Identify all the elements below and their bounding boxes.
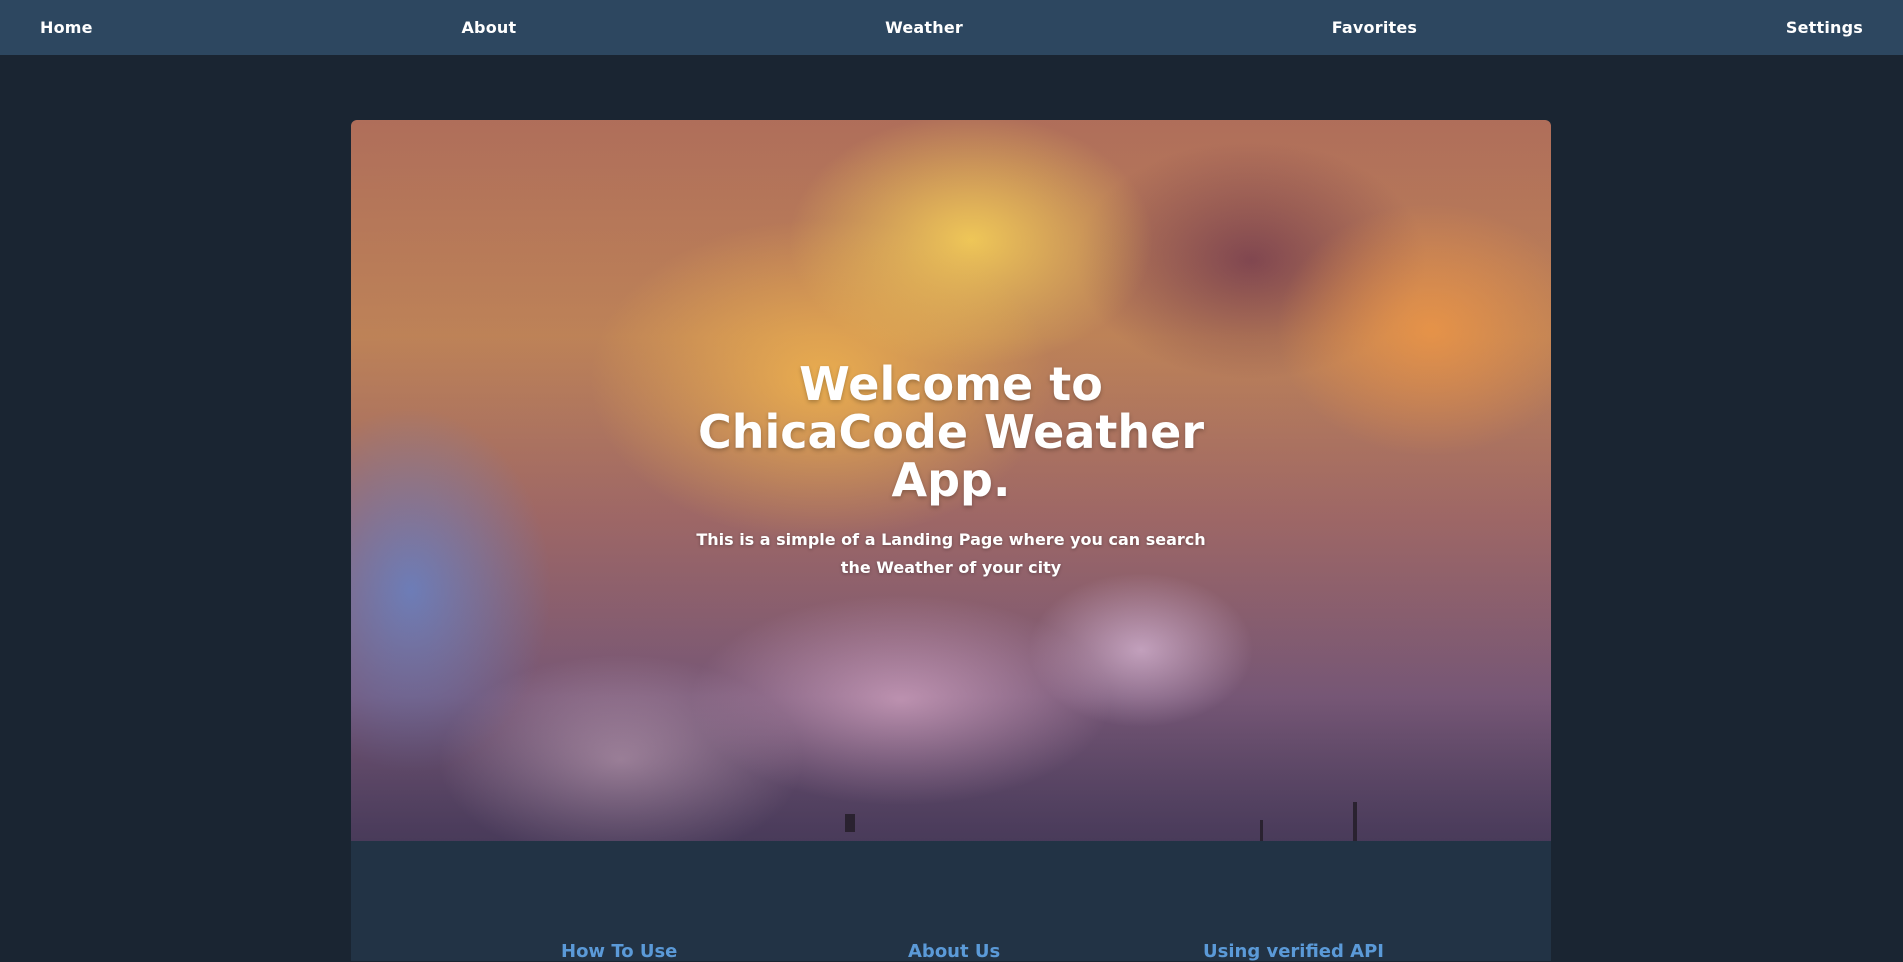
nav-home-link[interactable]: Home	[40, 18, 93, 37]
hero-title: Welcome to ChicaCode Weather App.	[697, 357, 1205, 507]
nav-settings-link[interactable]: Settings	[1786, 18, 1863, 37]
nav-about-link[interactable]: About	[461, 18, 516, 37]
hero-subtitle: This is a simple of a Landing Page where…	[696, 530, 1206, 577]
verified-api-link[interactable]: Using verified API	[1203, 941, 1384, 962]
silhouette-sign	[845, 814, 855, 832]
how-to-use-link[interactable]: How To Use	[561, 941, 677, 962]
about-us-link[interactable]: About Us	[908, 941, 1000, 962]
silhouette-pole	[1260, 820, 1263, 841]
nav-weather-link[interactable]: Weather	[885, 18, 963, 37]
info-section: How To Use About Us Using verified API	[351, 841, 1551, 962]
top-navbar: Home About Weather Favorites Settings	[0, 0, 1903, 55]
hero-banner: Welcome to ChicaCode Weather App. This i…	[351, 120, 1551, 841]
hero-content: Welcome to ChicaCode Weather App. This i…	[351, 360, 1551, 582]
nav-favorites-link[interactable]: Favorites	[1332, 18, 1417, 37]
silhouette-pole	[1353, 802, 1357, 841]
